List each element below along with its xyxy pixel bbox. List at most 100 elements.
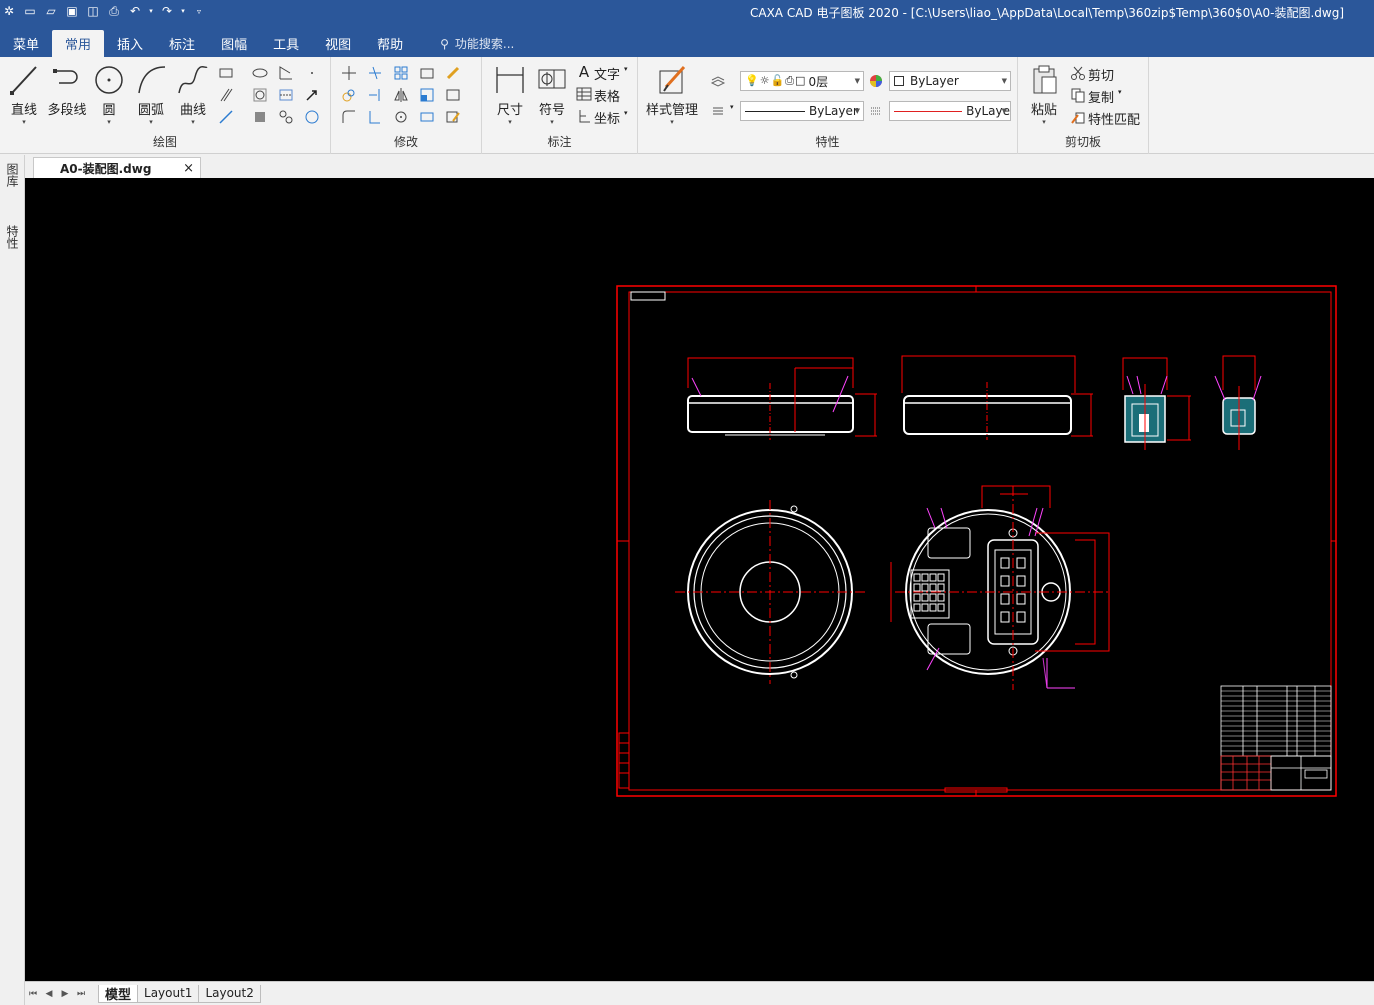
circle-button[interactable]: 圆 ▾ bbox=[89, 63, 129, 129]
redo-icon[interactable]: ↷ bbox=[158, 2, 176, 20]
tab-tools[interactable]: 工具 bbox=[260, 30, 312, 57]
layer-select[interactable]: 💡☼🔓⎙□ 0层 ▼ bbox=[740, 71, 864, 91]
undo-dropdown-icon[interactable]: ▾ bbox=[147, 2, 155, 20]
tab-menu[interactable]: 菜单 bbox=[0, 30, 52, 57]
undo-icon[interactable]: ↶ bbox=[126, 2, 144, 20]
open-file-icon[interactable]: ▱ bbox=[42, 2, 60, 20]
offset-tool[interactable] bbox=[417, 63, 437, 83]
prev-layout-icon[interactable]: ◀ bbox=[41, 989, 57, 999]
line-button[interactable]: 直线 ▾ bbox=[4, 63, 44, 129]
move-tool[interactable] bbox=[339, 63, 359, 83]
extend-tool[interactable] bbox=[365, 85, 385, 105]
break-tool[interactable] bbox=[365, 107, 385, 127]
tab-view[interactable]: 视图 bbox=[312, 30, 364, 57]
customize-qat-icon[interactable]: ▿ bbox=[190, 2, 208, 20]
point-tool[interactable] bbox=[302, 63, 322, 83]
layer-state-tool[interactable] bbox=[708, 71, 728, 91]
centerline-tool[interactable] bbox=[276, 85, 296, 105]
mirror-tool[interactable] bbox=[391, 85, 411, 105]
color-wheel-tool[interactable] bbox=[866, 71, 886, 91]
rotate-tool[interactable] bbox=[391, 107, 411, 127]
text-tool[interactable]: A bbox=[574, 62, 594, 82]
style-manager-button[interactable]: 样式管理 ▾ bbox=[644, 63, 700, 129]
line-dropdown-icon[interactable]: ▾ bbox=[22, 118, 26, 126]
coordinate-dropdown-icon[interactable]: ▾ bbox=[624, 109, 628, 117]
linetype-list-dropdown-icon[interactable]: ▾ bbox=[730, 103, 734, 111]
properties-tab[interactable]: 特性 bbox=[4, 225, 21, 249]
paste-button[interactable]: 粘贴 ▾ bbox=[1024, 63, 1064, 129]
curve-dropdown-icon[interactable]: ▾ bbox=[191, 118, 195, 126]
layout-tab-model[interactable]: 模型 bbox=[98, 984, 139, 1003]
copy-tool[interactable] bbox=[1068, 85, 1088, 105]
block-tool[interactable] bbox=[250, 107, 270, 127]
table-tool[interactable] bbox=[574, 84, 594, 104]
style-manager-dropdown-icon[interactable]: ▾ bbox=[670, 118, 674, 126]
first-layout-icon[interactable]: ⏮ bbox=[25, 989, 41, 999]
erase-tool[interactable] bbox=[443, 63, 463, 83]
library-tab[interactable]: 图库 bbox=[4, 163, 21, 187]
insert-shape-tool[interactable] bbox=[276, 107, 296, 127]
rectangle-tool[interactable] bbox=[216, 63, 236, 83]
revcloud-tool[interactable] bbox=[302, 107, 322, 127]
coordinate-tool[interactable] bbox=[574, 106, 594, 126]
arc-button[interactable]: 圆弧 ▾ bbox=[131, 63, 171, 129]
tab-insert[interactable]: 插入 bbox=[104, 30, 156, 57]
next-layout-icon[interactable]: ▶ bbox=[57, 989, 73, 999]
lineweight-select[interactable]: ByLaye ▼ bbox=[889, 101, 1011, 121]
symbol-dropdown-icon[interactable]: ▾ bbox=[550, 118, 554, 126]
edit-properties-tool[interactable] bbox=[443, 107, 463, 127]
save-all-icon[interactable]: ◫ bbox=[84, 2, 102, 20]
parallel-line-tool[interactable] bbox=[216, 85, 236, 105]
function-search[interactable]: ⚲ 功能搜索... bbox=[440, 30, 514, 57]
text-dropdown-icon[interactable]: ▾ bbox=[624, 65, 628, 73]
text-label[interactable]: 文字 bbox=[594, 64, 620, 83]
dimension-button[interactable]: 尺寸 ▾ bbox=[490, 63, 530, 129]
trim-tool[interactable] bbox=[365, 63, 385, 83]
paste-dropdown-icon[interactable]: ▾ bbox=[1042, 118, 1046, 126]
tab-help[interactable]: 帮助 bbox=[364, 30, 416, 57]
explode-tool[interactable] bbox=[417, 107, 437, 127]
array-tool[interactable] bbox=[391, 63, 411, 83]
table-label[interactable]: 表格 bbox=[594, 86, 620, 105]
copy-label[interactable]: 复制 bbox=[1088, 87, 1114, 106]
tab-sheet[interactable]: 图幅 bbox=[208, 30, 260, 57]
linetype-select[interactable]: ByLayer ▼ bbox=[740, 101, 864, 121]
symbol-button[interactable]: 符号 ▾ bbox=[532, 63, 572, 129]
ellipse-tool[interactable] bbox=[250, 63, 270, 83]
print-icon[interactable]: ⎙ bbox=[105, 2, 123, 20]
arc-dropdown-icon[interactable]: ▾ bbox=[149, 118, 153, 126]
color-select[interactable]: ByLayer ▼ bbox=[889, 71, 1011, 91]
arrow-tool[interactable] bbox=[302, 85, 322, 105]
stretch-tool[interactable] bbox=[443, 85, 463, 105]
angle-line-tool[interactable] bbox=[276, 63, 296, 83]
layout-tab-layout1[interactable]: Layout1 bbox=[137, 984, 200, 1003]
close-icon[interactable]: × bbox=[183, 161, 194, 176]
new-file-icon[interactable]: ▭ bbox=[21, 2, 39, 20]
linetype-list-tool[interactable] bbox=[708, 101, 728, 121]
scale-tool[interactable] bbox=[417, 85, 437, 105]
save-icon[interactable]: ▣ bbox=[63, 2, 81, 20]
match-properties-label[interactable]: 特性匹配 bbox=[1088, 109, 1140, 128]
lineweight-list-tool[interactable] bbox=[866, 101, 886, 121]
document-tab[interactable]: A0-装配图.dwg × bbox=[33, 157, 201, 178]
redo-dropdown-icon[interactable]: ▾ bbox=[179, 2, 187, 20]
last-layout-icon[interactable]: ⏭ bbox=[73, 989, 89, 999]
coordinate-label[interactable]: 坐标 bbox=[594, 108, 620, 127]
tab-annotate[interactable]: 标注 bbox=[156, 30, 208, 57]
app-logo-icon[interactable]: ✲ bbox=[0, 2, 18, 20]
xline-tool[interactable] bbox=[216, 107, 236, 127]
cut-label[interactable]: 剪切 bbox=[1088, 65, 1114, 84]
fillet-tool[interactable] bbox=[339, 107, 359, 127]
dimension-dropdown-icon[interactable]: ▾ bbox=[508, 118, 512, 126]
layout-tab-layout2[interactable]: Layout2 bbox=[198, 984, 261, 1003]
cut-tool[interactable] bbox=[1068, 63, 1088, 83]
hatch-tool[interactable] bbox=[250, 85, 270, 105]
polyline-button[interactable]: 多段线 bbox=[46, 63, 88, 129]
copy-object-tool[interactable] bbox=[339, 85, 359, 105]
drawing-canvas[interactable] bbox=[25, 178, 1374, 981]
curve-button[interactable]: 曲线 ▾ bbox=[173, 63, 213, 129]
copy-dropdown-icon[interactable]: ▾ bbox=[1118, 88, 1122, 96]
tab-home[interactable]: 常用 bbox=[52, 30, 105, 57]
match-properties-tool[interactable] bbox=[1068, 107, 1088, 127]
circle-dropdown-icon[interactable]: ▾ bbox=[107, 118, 111, 126]
